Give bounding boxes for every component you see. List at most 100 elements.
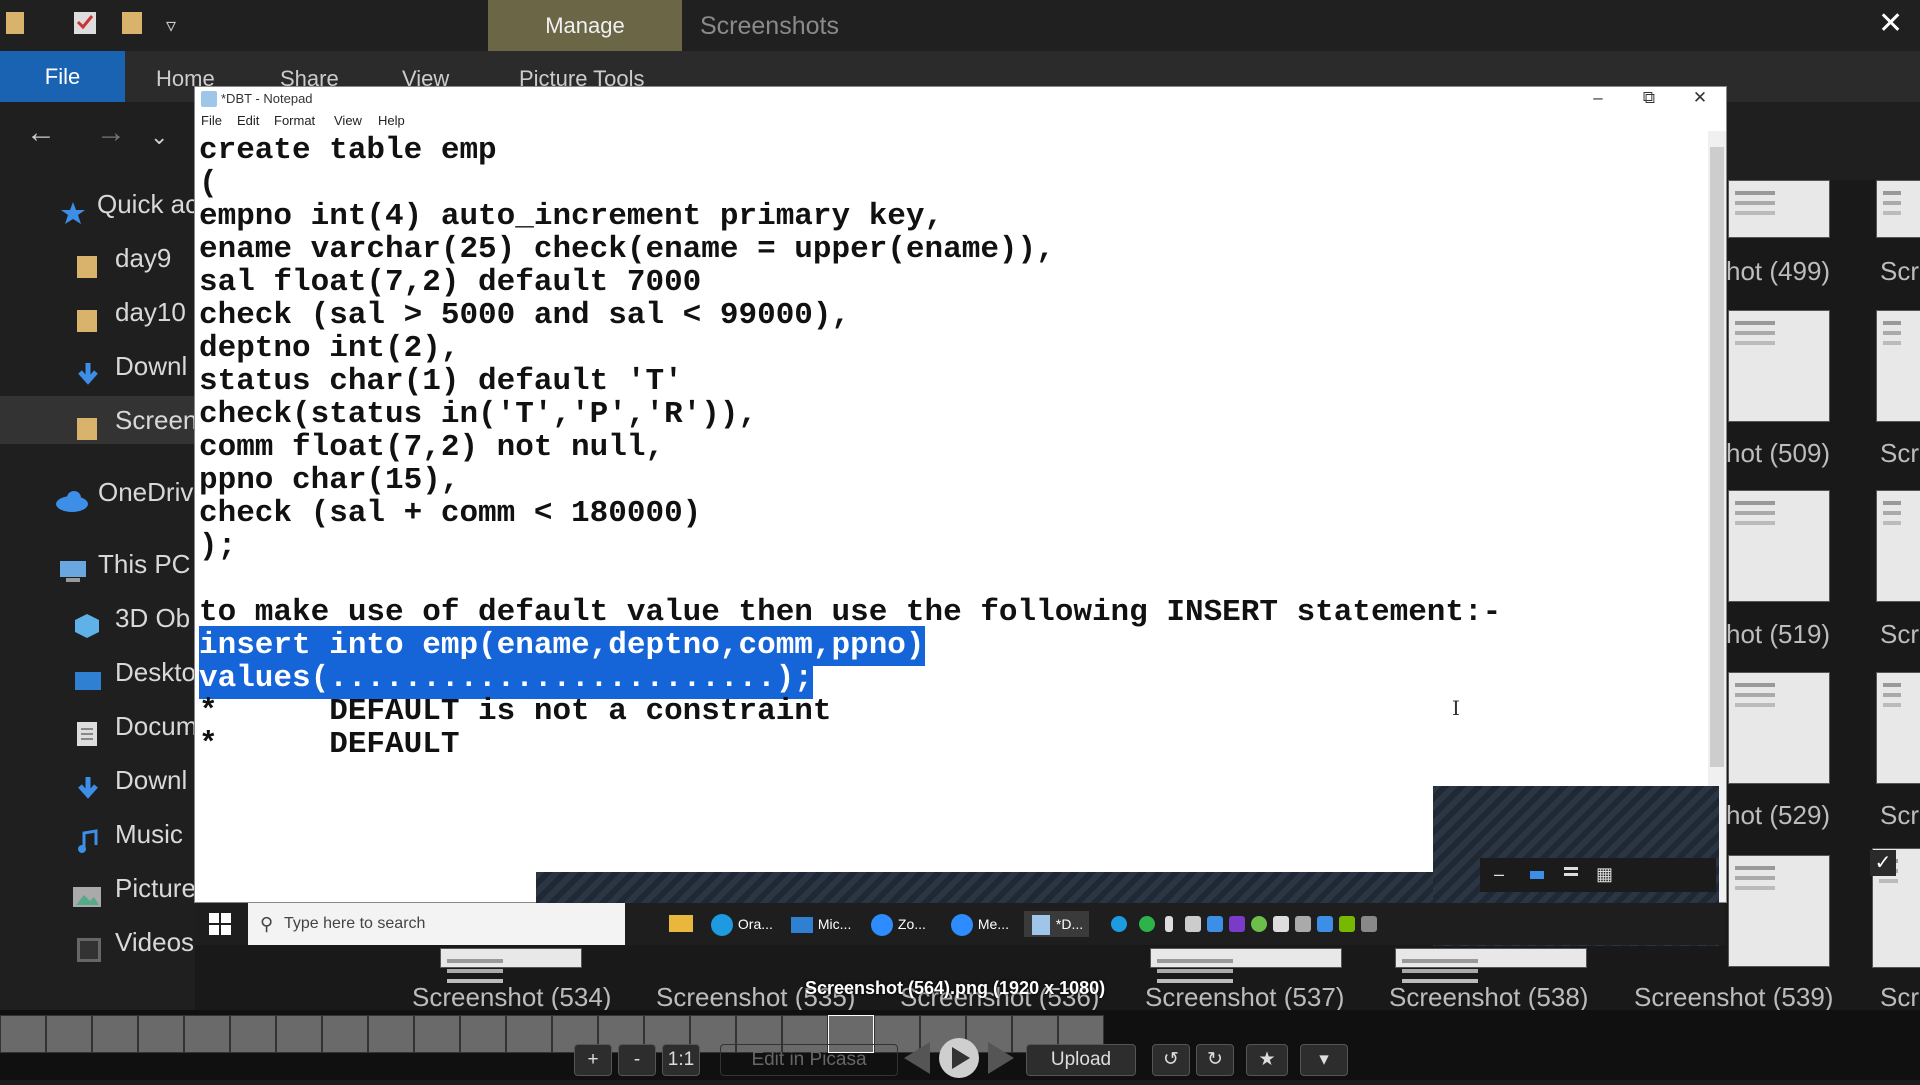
thumbnail-label[interactable]: Scre [1880,800,1920,831]
device-icon[interactable] [1361,916,1377,932]
rotate-left-icon[interactable]: ↺ [1152,1044,1190,1076]
thumbnail-label[interactable]: Scre [1880,982,1920,1013]
thumbnail[interactable] [1728,855,1830,967]
nvidia-icon[interactable] [1339,916,1355,932]
thumbnail[interactable] [1150,948,1342,968]
thumbnail[interactable] [1876,180,1920,238]
thumbnail-label[interactable]: hot (509) [1726,438,1830,469]
sidebar-item-3d-objects[interactable]: 3D Ob [0,594,195,642]
menu-help[interactable]: Help [378,113,405,128]
sidebar-item-music[interactable]: Music [0,810,195,858]
sidebar-item-this-pc[interactable]: This PC [0,540,195,588]
thumbnail[interactable] [1876,672,1920,784]
filmstrip-thumb[interactable] [230,1015,276,1053]
checkbox-icon[interactable]: ✓ [1870,850,1896,876]
customize-toolbar-icon[interactable]: ▿ [166,8,194,40]
windows-start-icon[interactable] [209,913,231,935]
taskbar-app-edge[interactable]: Ora... [710,911,773,937]
sync-icon[interactable] [1251,916,1267,932]
minimize-icon[interactable]: – [1494,864,1504,885]
rotate-right-icon[interactable]: ↻ [1196,1044,1234,1076]
single-view-icon[interactable] [1530,871,1544,879]
menu-file[interactable]: File [201,113,222,128]
back-arrow-icon[interactable]: ← [26,116,56,150]
menu-view[interactable]: View [334,113,362,128]
tab-manage[interactable]: Manage [488,0,682,51]
star-icon[interactable]: ★ [1246,1044,1288,1076]
wifi-icon[interactable] [1295,916,1311,932]
chevron-down-icon[interactable]: ▾ [1300,1044,1348,1076]
edit-in-picasa-button[interactable]: Edit in Picasa [720,1044,898,1076]
cloud-icon[interactable] [1185,916,1201,932]
tab-file[interactable]: File [0,51,125,102]
close-icon[interactable]: ✕ [1878,6,1903,41]
thumbnail-label[interactable]: hot (499) [1726,256,1830,287]
sidebar-item-day10[interactable]: day10 [0,288,195,336]
minimize-icon[interactable]: – [1574,87,1622,111]
thumbnail-label[interactable]: Scre [1880,619,1920,650]
previous-icon[interactable] [900,1036,934,1080]
filmstrip-thumb[interactable] [460,1015,506,1053]
thumbnail[interactable] [1395,948,1587,968]
filmstrip-thumb[interactable] [414,1015,460,1053]
chevron-down-icon[interactable]: ⌄ [150,124,168,150]
sidebar-item-desktop[interactable]: Deskto [0,648,195,696]
thumbnail[interactable] [440,948,582,968]
next-icon[interactable] [984,1036,1018,1080]
thumbnail[interactable] [1728,672,1830,784]
settings-icon[interactable] [1273,916,1289,932]
sidebar-item-downloads[interactable]: Downl [0,342,195,390]
file-explorer-icon[interactable] [668,911,694,937]
filmstrip-thumb[interactable] [368,1015,414,1053]
upload-button[interactable]: Upload [1026,1044,1136,1076]
actual-size-button[interactable]: 1:1 [662,1044,700,1076]
scrollbar-thumb[interactable] [1710,147,1724,767]
filmstrip-thumb[interactable] [0,1015,46,1053]
thumbnail-label[interactable]: Screenshot (538) [1389,982,1588,1013]
grid-view-icon[interactable]: ▦ [1596,864,1613,885]
sidebar-item-downloads-pc[interactable]: Downl [0,756,195,804]
thumbnail-label[interactable]: hot (529) [1726,800,1830,831]
zoom-out-button[interactable]: - [618,1044,656,1076]
taskbar-app-zoom[interactable]: Zo... [870,911,926,937]
thumbnail-label[interactable]: Screenshot (534) [412,982,611,1013]
filmstrip-thumb[interactable] [184,1015,230,1053]
taskbar-search-box[interactable]: ⚲ Type here to search [248,903,625,945]
snowflake-icon[interactable] [1317,916,1333,932]
sidebar-item-videos[interactable]: Videos [0,918,195,966]
play-icon[interactable] [940,1036,980,1080]
thumbnail-label[interactable]: hot (519) [1726,619,1830,650]
restore-icon[interactable]: ⧉ [1625,87,1673,111]
filmstrip-thumb[interactable] [46,1015,92,1053]
help-icon[interactable] [1111,916,1127,932]
list-view-icon[interactable] [1564,867,1578,870]
filmstrip-thumb[interactable] [276,1015,322,1053]
close-icon[interactable]: ✕ [1676,87,1724,111]
filmstrip-thumb[interactable] [92,1015,138,1053]
taskbar-app-mail[interactable]: Mic... [790,911,851,937]
taskbar-app-meeting[interactable]: Me... [950,911,1009,937]
menu-edit[interactable]: Edit [237,113,259,128]
zoom-in-button[interactable]: + [574,1044,612,1076]
filmstrip-thumb[interactable] [138,1015,184,1053]
camera-icon[interactable] [1207,916,1223,932]
thumbnail-label[interactable]: Screenshot (539) [1634,982,1833,1013]
filmstrip-thumb[interactable] [322,1015,368,1053]
thumbnail[interactable] [1728,310,1830,422]
sidebar-item-documents[interactable]: Docum [0,702,195,750]
thumbnail-label[interactable]: Scre [1880,438,1920,469]
thumbnail[interactable] [1728,490,1830,602]
menu-format[interactable]: Format [274,113,315,128]
thumbnail[interactable] [1876,490,1920,602]
thumbnail-label[interactable]: Screenshot (537) [1145,982,1344,1013]
sidebar-item-day9[interactable]: day9 [0,234,195,282]
sidebar-item-quick-access[interactable]: Quick ac [0,180,195,228]
thumbnail-label[interactable]: Scre [1880,256,1920,287]
onenote-icon[interactable] [1229,916,1245,932]
microphone-icon[interactable] [1165,916,1173,932]
sidebar-item-onedrive[interactable]: OneDriv [0,468,195,516]
thumbnail[interactable] [1728,180,1830,238]
sidebar-item-screenshots[interactable]: Screen [0,396,195,444]
filmstrip-thumb[interactable] [506,1015,552,1053]
properties-icon[interactable] [72,8,100,40]
